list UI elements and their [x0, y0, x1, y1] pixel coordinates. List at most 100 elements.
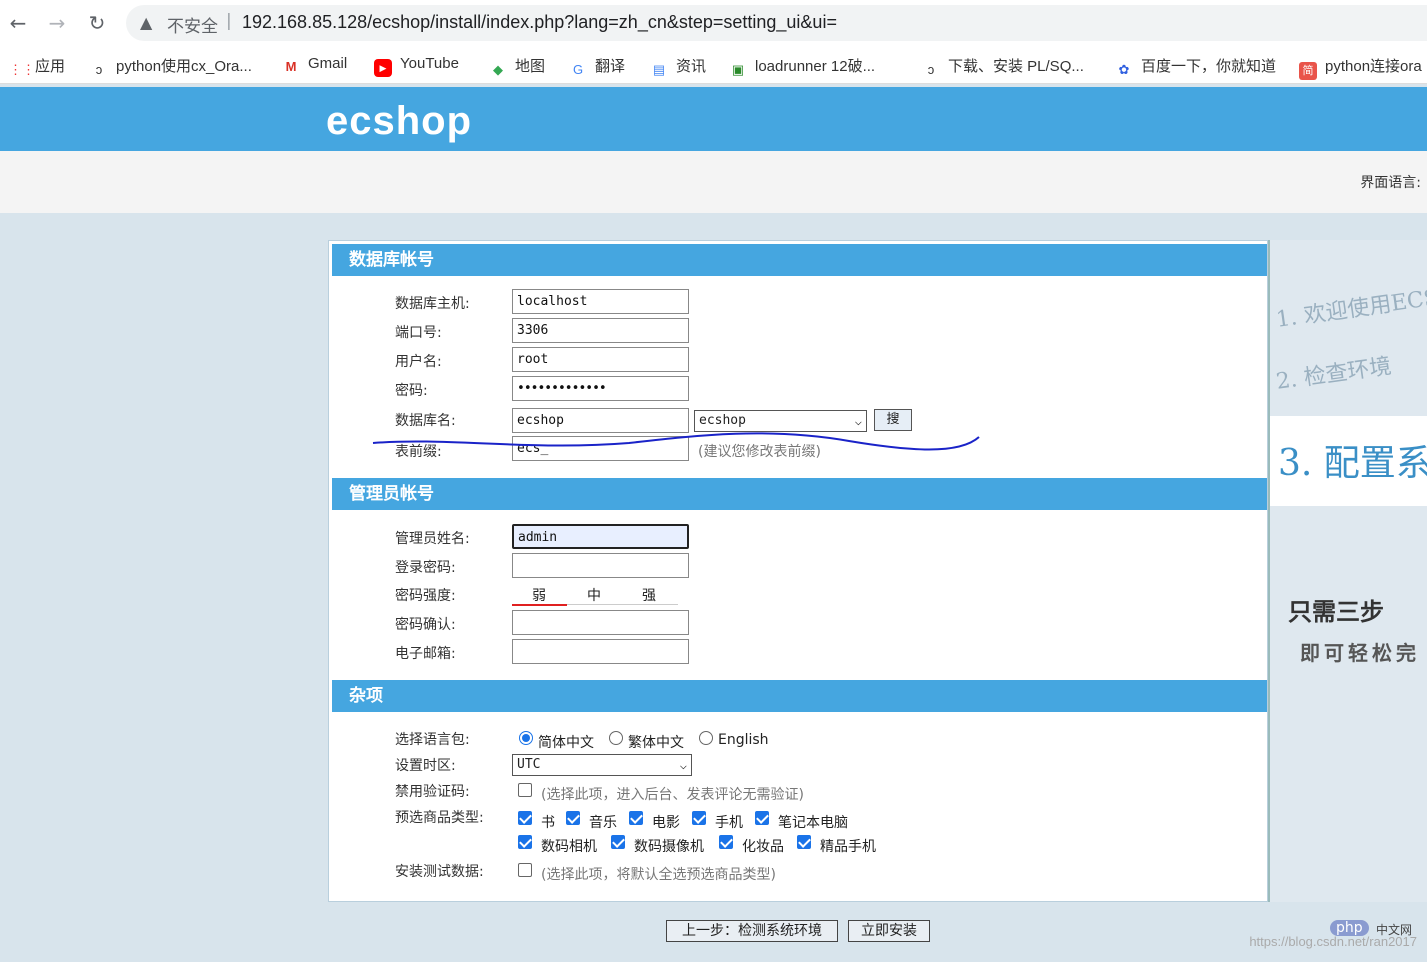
step-2-check-env: 2. 检查环境	[1274, 353, 1393, 395]
email-label: 电子邮箱:	[395, 646, 456, 662]
type-label-movie: 电影	[652, 815, 680, 831]
install-now-button[interactable]: 立即安装	[848, 920, 930, 942]
bookmark-news[interactable]: ▤ 资讯	[650, 55, 706, 77]
type-checkbox-phone[interactable]	[692, 811, 706, 825]
prev-step-button[interactable]: 上一步：检测系统环境	[666, 920, 838, 942]
type-label-phone: 手机	[715, 815, 743, 831]
email-input[interactable]	[512, 639, 689, 664]
captcha-label: 禁用验证码:	[395, 784, 470, 800]
pass-strength-label: 密码强度:	[395, 588, 456, 604]
db-pass-input[interactable]: •••••••••••••	[512, 376, 689, 401]
type-label-music: 音乐	[589, 815, 617, 831]
db-search-button[interactable]: 搜	[874, 409, 912, 431]
db-host-label: 数据库主机:	[395, 296, 470, 312]
ecshop-logo: ecshop	[326, 99, 473, 143]
bookmark-label: 百度一下，你就知道	[1141, 58, 1277, 75]
translate-icon: G	[572, 62, 584, 77]
radio-traditional-chinese[interactable]	[609, 731, 623, 745]
bookmark-gmail[interactable]: M Gmail	[282, 55, 348, 75]
pen-scribble-annotation	[372, 432, 980, 451]
db-name-label: 数据库名:	[395, 413, 456, 429]
lang-pack-label: 选择语言包:	[395, 732, 470, 748]
strength-indicator	[512, 604, 567, 606]
db-host-input[interactable]: localhost	[512, 289, 689, 314]
admin-section-header: 管理员帐号	[332, 478, 1267, 510]
slogan-three-steps: 只需三步	[1288, 598, 1384, 626]
type-label-camcorder: 数码摄像机	[634, 839, 704, 855]
strength-strong: 强	[642, 588, 656, 604]
radio-english[interactable]	[699, 731, 713, 745]
type-label-book: 书	[541, 815, 555, 831]
type-checkbox-movie[interactable]	[629, 811, 643, 825]
type-label-laptop: 笔记本电脑	[778, 815, 848, 831]
back-arrow-icon[interactable]: ←	[5, 10, 31, 36]
bookmark-maps[interactable]: ◆ 地图	[489, 55, 545, 77]
db-pass-label: 密码:	[395, 383, 428, 399]
language-bar: 界面语言:	[0, 151, 1427, 213]
captcha-checkbox[interactable]	[518, 783, 532, 797]
chevron-down-icon: ⌵	[679, 758, 687, 772]
site-header: ecshop	[0, 87, 1427, 151]
radio-simplified-chinese[interactable]	[519, 731, 533, 745]
timezone-label: 设置时区:	[395, 758, 456, 774]
bookmark-youtube[interactable]: ▶ YouTube	[374, 55, 459, 77]
bookmark-label: YouTube	[400, 55, 459, 72]
type-checkbox-music[interactable]	[566, 811, 580, 825]
type-label-premium-phone: 精品手机	[820, 839, 876, 855]
type-label-camera: 数码相机	[541, 839, 597, 855]
type-checkbox-camcorder[interactable]	[611, 835, 625, 849]
bookmarks-bar: ⋮⋮应用 ↄ python使用cx_Ora... M Gmail ▶ YouTube …	[0, 46, 1427, 84]
test-data-label: 安装测试数据:	[395, 864, 484, 880]
insecure-label[interactable]: 不安全	[167, 12, 218, 37]
lang-opt-simplified: 简体中文	[538, 735, 594, 751]
type-checkbox-cosmetics[interactable]	[719, 835, 733, 849]
news-icon: ▤	[652, 62, 666, 77]
install-steps-sidebar: 1. 欢迎使用ECS 2. 检查环境 3. 配置系 只需三步 即可轻松完	[1268, 240, 1427, 902]
csdn-watermark: https://blog.csdn.net/ran2017	[1249, 934, 1417, 949]
captcha-hint: (选择此项，进入后台、发表评论无需验证)	[541, 787, 804, 803]
step-1-welcome: 1. 欢迎使用ECS	[1274, 285, 1427, 333]
interface-language-label: 界面语言:	[1360, 175, 1421, 191]
bookmark-translate[interactable]: G 翻译	[569, 55, 626, 77]
warning-icon[interactable]: ▲	[140, 13, 152, 32]
bookmark-python-oracle[interactable]: 简 python连接ora	[1299, 55, 1422, 80]
db-port-label: 端口号:	[395, 325, 442, 341]
misc-section-header: 杂项	[332, 680, 1267, 712]
type-checkbox-book[interactable]	[518, 811, 532, 825]
bookmark-python-cx-oracle[interactable]: ↄ python使用cx_Ora...	[90, 55, 252, 77]
bookmark-apps[interactable]: ⋮⋮应用	[9, 55, 66, 77]
url-text[interactable]: 192.168.85.128/ecshop/install/index.php?…	[242, 12, 837, 33]
timezone-select[interactable]: UTC ⌵	[512, 754, 692, 776]
admin-name-label: 管理员姓名:	[395, 531, 470, 547]
admin-name-input[interactable]: admin	[512, 524, 689, 549]
type-checkbox-laptop[interactable]	[755, 811, 769, 825]
forward-arrow-icon[interactable]: →	[44, 10, 70, 36]
test-data-hint: (选择此项，将默认全选预选商品类型)	[541, 867, 776, 883]
reload-icon[interactable]: ↻	[84, 10, 110, 36]
db-user-input[interactable]: root	[512, 347, 689, 372]
type-label-cosmetics: 化妆品	[742, 839, 784, 855]
apps-grid-icon: ⋮⋮	[9, 62, 35, 77]
bookmark-baidu[interactable]: ✿ 百度一下，你就知道	[1115, 55, 1277, 77]
gmail-icon: M	[285, 59, 297, 74]
timezone-value: UTC	[517, 757, 541, 772]
bookmark-loadrunner[interactable]: ▣ loadrunner 12破...	[729, 55, 876, 77]
oracle-icon: ↄ	[927, 62, 935, 77]
type-checkbox-camera[interactable]	[518, 835, 532, 849]
chevron-down-icon: ⌵	[854, 414, 862, 428]
test-data-checkbox[interactable]	[518, 863, 532, 877]
bookmark-label: 应用	[35, 58, 66, 75]
admin-pass-input[interactable]	[512, 553, 689, 578]
bookmark-label: 翻译	[595, 58, 626, 75]
bookmark-label: loadrunner 12破...	[755, 58, 876, 75]
maps-icon: ◆	[493, 62, 503, 77]
url-separator: |	[226, 11, 232, 31]
step-3-configure: 3. 配置系	[1270, 416, 1427, 506]
lang-opt-english: English	[718, 732, 769, 748]
type-checkbox-premium-phone[interactable]	[797, 835, 811, 849]
db-port-input[interactable]: 3306	[512, 318, 689, 343]
bookmark-plsql[interactable]: ↄ 下载、安装 PL/SQ...	[922, 55, 1084, 77]
confirm-pass-input[interactable]	[512, 610, 689, 635]
slogan-easy: 即可轻松完	[1300, 641, 1420, 665]
loadrunner-icon: ▣	[731, 62, 745, 77]
